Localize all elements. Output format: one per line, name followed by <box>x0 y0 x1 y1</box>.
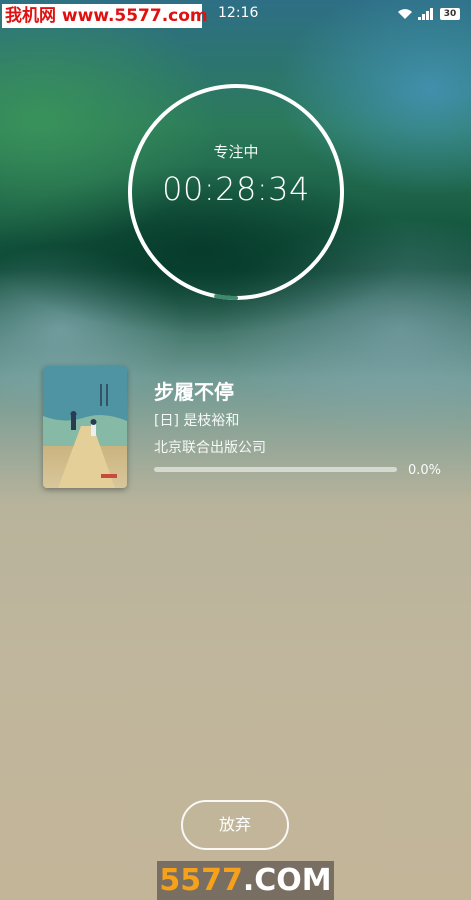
book-author: [日] 是枝裕和 <box>154 413 240 429</box>
watermark-bottom: 5577.COM <box>157 861 334 900</box>
wifi-icon <box>398 9 412 19</box>
watermark-bottom-suffix: .COM <box>242 863 332 898</box>
signal-icon <box>418 8 433 20</box>
book-publisher: 北京联合出版公司 <box>154 440 266 456</box>
reading-progress-text: 0.0% <box>408 463 442 478</box>
book-cover[interactable] <box>43 366 127 488</box>
abandon-button[interactable]: 放弃 <box>181 800 289 850</box>
status-time: 12:16 <box>218 5 259 21</box>
book-title: 步履不停 <box>154 380 234 404</box>
watermark-top: 我机网 www.5577.com <box>2 4 208 28</box>
timer-display: 00:28:34 <box>162 170 310 208</box>
watermark-bottom-number: 5577 <box>159 863 243 898</box>
status-bar: 我机网 www.5577.com 12:16 30 <box>0 0 471 28</box>
book-cover-art <box>43 366 127 488</box>
reading-progress-bar <box>154 467 397 472</box>
battery-icon: 30 <box>440 8 460 20</box>
focus-status-label: 专注中 <box>213 143 259 161</box>
